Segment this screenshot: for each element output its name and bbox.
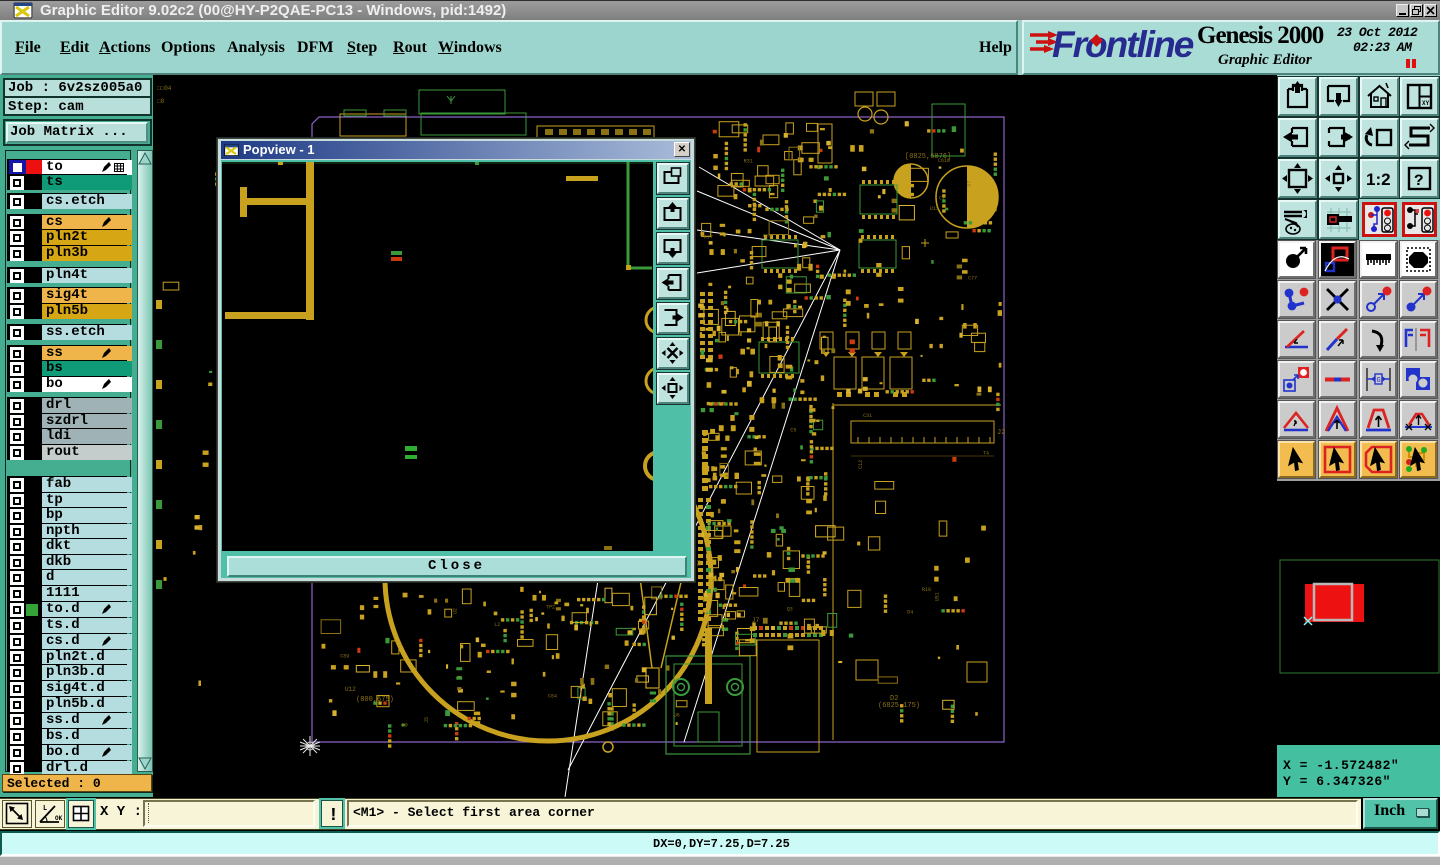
svg-text:U12: U12: [345, 686, 356, 693]
svg-text:J5: J5: [424, 717, 430, 723]
svg-text:R9: R9: [402, 722, 408, 728]
svg-text:L2: L2: [494, 622, 500, 628]
svg-text:U2: U2: [452, 608, 458, 614]
svg-text:C5: C5: [790, 428, 796, 434]
svg-text:U13: U13: [930, 206, 939, 212]
svg-text:R18: R18: [922, 587, 931, 593]
svg-text:U51: U51: [935, 592, 941, 601]
svg-text:C89: C89: [340, 654, 349, 660]
svg-text:U6: U6: [674, 713, 680, 719]
svg-text:C12: C12: [858, 460, 864, 469]
svg-text:C618: C618: [938, 158, 950, 164]
svg-text:?: ?: [1414, 172, 1424, 190]
svg-text:R31: R31: [744, 159, 753, 165]
svg-text:1:2: 1:2: [1366, 170, 1391, 189]
svg-text:C55: C55: [763, 234, 772, 240]
svg-text:C77: C77: [968, 275, 977, 281]
svg-text:!: !: [328, 806, 339, 826]
svg-text:D4: D4: [907, 609, 913, 615]
svg-text:(6825.175): (6825.175): [878, 702, 920, 710]
svg-text:XY: XY: [1422, 100, 1430, 107]
svg-text:C64: C64: [548, 694, 557, 700]
svg-text:R4: R4: [697, 560, 703, 566]
svg-text:U7: U7: [966, 181, 972, 187]
svg-text:□8: □8: [157, 98, 165, 105]
svg-text:□□04: □□04: [157, 85, 172, 92]
svg-text:OK: OK: [55, 815, 63, 822]
svg-text:C7: C7: [939, 195, 945, 201]
svg-text:J2: J2: [997, 429, 1005, 437]
svg-text:T4: T4: [983, 451, 989, 457]
svg-text:Q3: Q3: [787, 607, 793, 613]
svg-text:R77: R77: [704, 234, 713, 240]
svg-text:C31: C31: [863, 413, 872, 419]
svg-text:L: L: [43, 805, 47, 813]
svg-text:G: G: [1377, 377, 1381, 385]
svg-text:TP2: TP2: [546, 604, 555, 610]
